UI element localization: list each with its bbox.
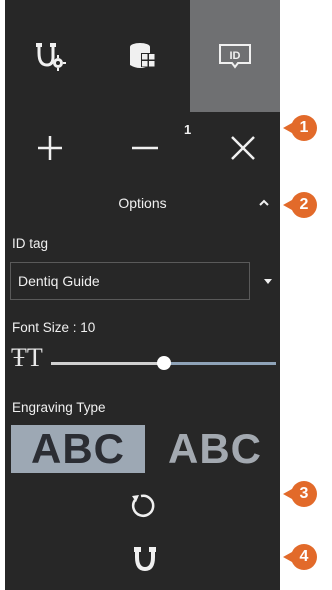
font-size-label: Font Size : 10: [12, 320, 96, 335]
close-icon: [231, 136, 255, 160]
id-label-icon: ID: [219, 44, 251, 69]
engraving-type-label: Engraving Type: [12, 400, 106, 415]
remove-button[interactable]: [115, 118, 175, 178]
font-size-slider[interactable]: [51, 356, 276, 370]
tab-model[interactable]: [97, 0, 187, 112]
tooth-gear-icon: [36, 43, 66, 71]
tab-tooth-settings[interactable]: [5, 0, 95, 112]
engraving-option-engraved[interactable]: ABC: [160, 425, 270, 473]
engraving-option-embossed[interactable]: ABC: [11, 425, 145, 473]
tooth-arch-icon[interactable]: [132, 545, 158, 573]
font-size-icon: ŦT: [11, 343, 43, 372]
minus-icon: [132, 146, 158, 150]
cube-grid-icon: [130, 43, 155, 68]
dropdown-arrow-icon[interactable]: [264, 279, 272, 284]
svg-text:ID: ID: [230, 50, 241, 62]
chevron-up-icon[interactable]: [258, 198, 270, 208]
add-button[interactable]: [20, 118, 80, 178]
options-header[interactable]: Options: [5, 195, 280, 211]
id-tag-select[interactable]: Dentiq Guide: [10, 262, 250, 300]
callout-3: 3: [291, 481, 317, 507]
slider-fill: [51, 362, 164, 365]
tab-id-tag[interactable]: ID: [190, 0, 280, 112]
reset-icon[interactable]: [129, 492, 157, 520]
id-tag-label: ID tag: [12, 236, 49, 251]
callout-4: 4: [291, 544, 317, 570]
slider-knob[interactable]: [156, 356, 171, 370]
plus-icon: [38, 136, 62, 160]
id-tag-panel: ID 1 Options ID tag Dentiq Guide Font Si…: [5, 0, 280, 590]
callout-2: 2: [291, 192, 317, 218]
id-tag-value: Dentiq Guide: [18, 273, 100, 289]
close-button[interactable]: [213, 118, 273, 178]
callout-1: 1: [291, 115, 317, 141]
tag-count: 1: [184, 122, 192, 137]
